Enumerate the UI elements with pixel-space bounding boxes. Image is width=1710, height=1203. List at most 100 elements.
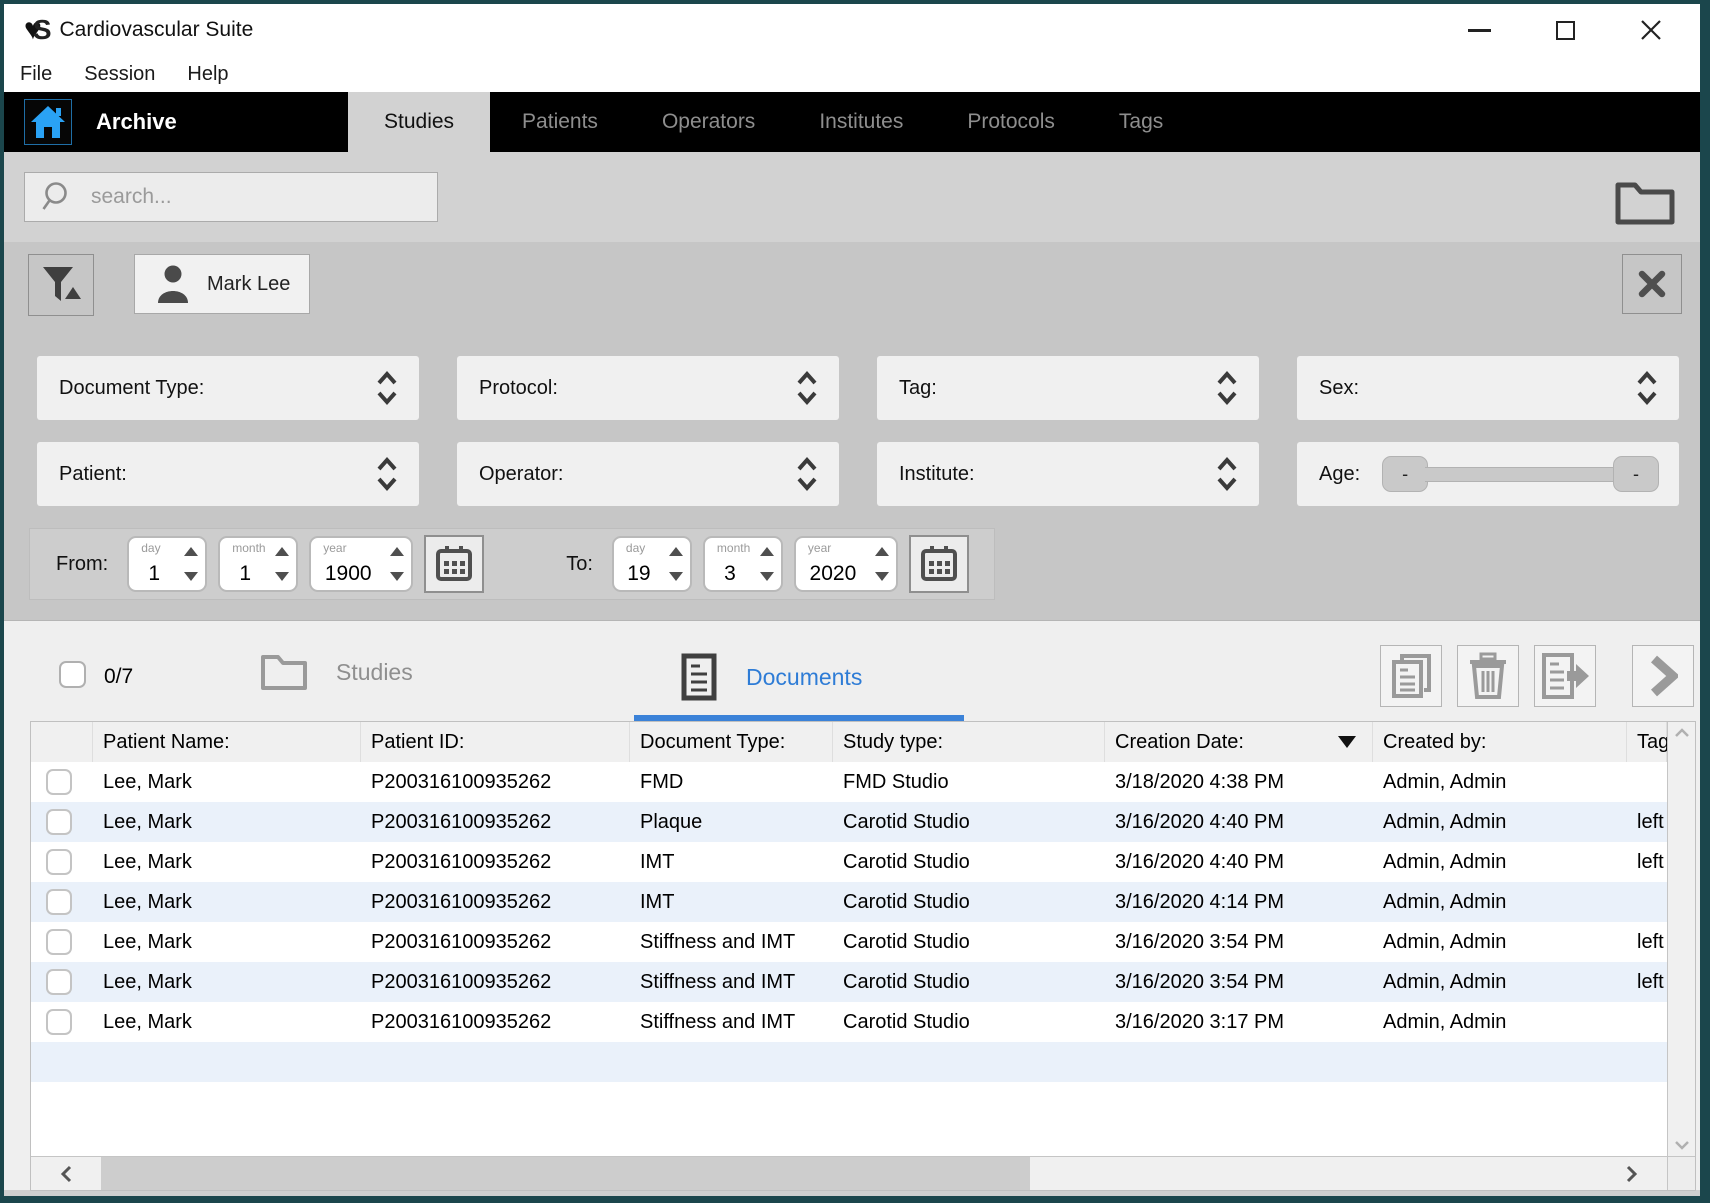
menu-file[interactable]: File (20, 63, 52, 86)
sex-dropdown[interactable]: Sex: (1297, 356, 1679, 420)
table-row[interactable]: Lee, Mark P200316100935262 FMD FMD Studi… (31, 762, 1667, 802)
scroll-down-icon[interactable] (1674, 1140, 1690, 1150)
header-patient-name[interactable]: Patient Name: (93, 722, 361, 762)
results-tab-studies[interactable]: Studies (260, 653, 413, 691)
age-slider-track[interactable] (1425, 467, 1616, 482)
cell-created-by: Admin, Admin (1373, 851, 1627, 874)
tab-operators[interactable]: Operators (630, 92, 787, 152)
tag-dropdown[interactable]: Tag: (877, 356, 1259, 420)
cell-created-by: Admin, Admin (1373, 931, 1627, 954)
to-month-spinner[interactable]: month 3 (703, 536, 783, 592)
tab-studies[interactable]: Studies (348, 92, 490, 152)
scroll-up-icon[interactable] (1674, 728, 1690, 738)
spin-down-button[interactable] (669, 572, 683, 581)
spin-up-button[interactable] (669, 547, 683, 556)
close-button[interactable] (1638, 17, 1664, 43)
copy-document-button[interactable] (1380, 645, 1442, 707)
header-tag[interactable]: Tag (1627, 722, 1667, 762)
search-box[interactable] (24, 172, 438, 222)
minimize-icon (1468, 29, 1491, 32)
header-created-by[interactable]: Created by: (1373, 722, 1627, 762)
trash-icon (1467, 652, 1509, 700)
minimize-button[interactable] (1466, 17, 1492, 43)
clear-filters-button[interactable] (1622, 254, 1682, 314)
tab-institutes[interactable]: Institutes (787, 92, 935, 152)
tab-protocols[interactable]: Protocols (935, 92, 1087, 152)
to-day-spinner[interactable]: day 19 (612, 536, 692, 592)
search-input[interactable] (91, 185, 411, 209)
horizontal-scroll-thumb[interactable] (101, 1157, 1030, 1190)
home-icon (30, 105, 66, 139)
institute-dropdown[interactable]: Institute: (877, 442, 1259, 506)
from-calendar-button[interactable] (424, 535, 484, 593)
active-filter-chip[interactable]: Mark Lee (134, 254, 310, 314)
chevron-right-icon (1648, 655, 1678, 697)
row-checkbox[interactable] (46, 889, 72, 915)
table-row[interactable]: Lee, Mark P200316100935262 Stiffness and… (31, 962, 1667, 1002)
spin-up-button[interactable] (184, 547, 198, 556)
age-max-handle[interactable]: - (1613, 456, 1659, 492)
tab-operators-label: Operators (662, 110, 755, 134)
row-checkbox[interactable] (46, 769, 72, 795)
header-study-type[interactable]: Study type: (833, 722, 1105, 762)
maximize-button[interactable] (1552, 17, 1578, 43)
horizontal-scroll-track[interactable] (1030, 1157, 1597, 1190)
age-min-handle[interactable]: - (1382, 456, 1428, 492)
from-month-spinner[interactable]: month 1 (218, 536, 298, 592)
table-row[interactable]: Lee, Mark P200316100935262 IMT Carotid S… (31, 882, 1667, 922)
operator-dropdown[interactable]: Operator: (457, 442, 839, 506)
patient-dropdown[interactable]: Patient: (37, 442, 419, 506)
filter-button[interactable] (28, 254, 94, 316)
open-folder-button[interactable] (1614, 178, 1676, 231)
nav-bar: Archive Studies Patients Operators Insti… (4, 92, 1700, 152)
table-row[interactable]: Lee, Mark P200316100935262 IMT Carotid S… (31, 842, 1667, 882)
menu-help[interactable]: Help (187, 63, 228, 86)
spin-down-button[interactable] (275, 572, 289, 581)
table-row[interactable]: Lee, Mark P200316100935262 Stiffness and… (31, 1002, 1667, 1042)
spin-up-button[interactable] (875, 547, 889, 556)
row-checkbox[interactable] (46, 809, 72, 835)
document-type-dropdown[interactable]: Document Type: (37, 356, 419, 420)
to-calendar-button[interactable] (909, 535, 969, 593)
tab-tags[interactable]: Tags (1087, 92, 1195, 152)
table-row[interactable]: Lee, Mark P200316100935262 Stiffness and… (31, 922, 1667, 962)
from-year-spinner[interactable]: year 1900 (309, 536, 413, 592)
export-button[interactable] (1534, 645, 1596, 707)
to-year-spinner[interactable]: year 2020 (794, 536, 898, 592)
cell-created-by: Admin, Admin (1373, 971, 1627, 994)
chevron-updown-icon (1215, 456, 1239, 492)
spin-up-button[interactable] (275, 547, 289, 556)
delete-button[interactable] (1457, 645, 1519, 707)
scroll-right-button[interactable] (1597, 1157, 1667, 1190)
protocol-dropdown[interactable]: Protocol: (457, 356, 839, 420)
spin-up-button[interactable] (760, 547, 774, 556)
spin-down-button[interactable] (184, 572, 198, 581)
vertical-scrollbar[interactable] (1667, 722, 1695, 1156)
spin-up-button[interactable] (390, 547, 404, 556)
from-day-spinner[interactable]: day 1 (127, 536, 207, 592)
horizontal-scrollbar[interactable] (31, 1156, 1667, 1190)
cell-patient-id: P200316100935262 (361, 1011, 630, 1034)
results-tab-documents[interactable]: Documents (680, 653, 862, 701)
menu-session[interactable]: Session (84, 63, 155, 86)
table-row[interactable]: Lee, Mark P200316100935262 Plaque Caroti… (31, 802, 1667, 842)
spin-down-button[interactable] (875, 572, 889, 581)
person-icon (155, 263, 191, 305)
header-patient-id[interactable]: Patient ID: (361, 722, 630, 762)
cell-tag: left (1627, 851, 1667, 874)
scroll-left-button[interactable] (31, 1157, 101, 1190)
tab-patients[interactable]: Patients (490, 92, 630, 152)
cell-creation-date: 3/16/2020 3:54 PM (1105, 971, 1373, 994)
next-page-button[interactable] (1632, 645, 1694, 707)
header-document-type[interactable]: Document Type: (630, 722, 833, 762)
row-checkbox[interactable] (46, 1009, 72, 1035)
header-creation-date[interactable]: Creation Date: (1105, 722, 1373, 762)
home-button[interactable] (24, 99, 72, 145)
spin-down-button[interactable] (760, 572, 774, 581)
select-all-checkbox[interactable] (59, 661, 86, 688)
cell-patient-id: P200316100935262 (361, 971, 630, 994)
spin-down-button[interactable] (390, 572, 404, 581)
row-checkbox[interactable] (46, 849, 72, 875)
row-checkbox[interactable] (46, 929, 72, 955)
row-checkbox[interactable] (46, 969, 72, 995)
